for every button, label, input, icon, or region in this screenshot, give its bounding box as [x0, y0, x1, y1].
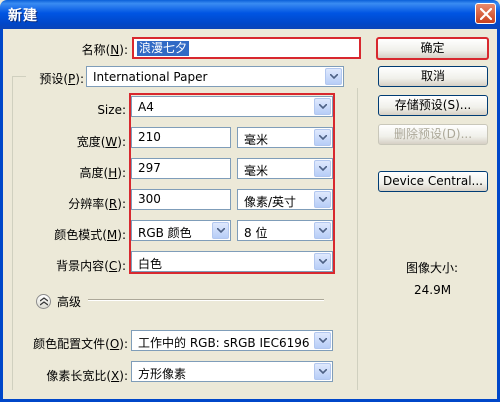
- chevron-down-icon[interactable]: [314, 363, 331, 380]
- color-profile-value: 工作中的 RGB: sRGB IEC6196...: [138, 336, 310, 350]
- image-size-label: 图像大小:: [406, 261, 459, 275]
- advanced-label: 高级: [57, 295, 82, 309]
- color-mode-label: 颜色模式(M):: [54, 228, 126, 242]
- device-central-button[interactable]: Device Central...: [378, 171, 488, 192]
- preset-value: International Paper: [93, 70, 208, 84]
- height-label: 高度(H):: [79, 166, 126, 180]
- delete-preset-button: 删除预设(D)...: [378, 124, 488, 145]
- color-profile-select[interactable]: 工作中的 RGB: sRGB IEC6196...: [131, 330, 333, 351]
- chevron-down-icon[interactable]: [314, 332, 331, 349]
- ok-button[interactable]: 确定: [376, 37, 489, 60]
- preset-label: 预设(P):: [39, 72, 84, 86]
- title-bar[interactable]: 新建: [0, 0, 500, 29]
- save-preset-button[interactable]: 存储预设(S)...: [378, 95, 488, 116]
- document-settings-highlight: [129, 93, 335, 274]
- pixel-aspect-select[interactable]: 方形像素: [131, 361, 333, 382]
- advanced-toggle[interactable]: [36, 294, 51, 309]
- color-profile-label: 颜色配置文件(O):: [33, 337, 128, 351]
- resolution-label: 分辨率(R):: [68, 197, 126, 211]
- pixel-aspect-value: 方形像素: [138, 367, 187, 381]
- background-label: 背景内容(C):: [56, 259, 126, 273]
- image-size-value: 24.9M: [414, 283, 452, 297]
- pixel-aspect-label: 像素长宽比(X):: [46, 369, 128, 383]
- width-label: 宽度(W):: [76, 135, 126, 149]
- size-label: Size:: [97, 103, 126, 117]
- cancel-button[interactable]: 取消: [378, 66, 488, 87]
- window-title: 新建: [8, 8, 38, 24]
- name-value: 浪漫七夕: [137, 41, 190, 56]
- name-input[interactable]: 浪漫七夕: [132, 37, 361, 59]
- advanced-divider: [88, 299, 324, 301]
- preset-select[interactable]: International Paper: [86, 66, 344, 87]
- chevron-down-icon[interactable]: [325, 68, 342, 85]
- name-label: 名称(N):: [81, 43, 128, 57]
- close-button[interactable]: [475, 3, 496, 24]
